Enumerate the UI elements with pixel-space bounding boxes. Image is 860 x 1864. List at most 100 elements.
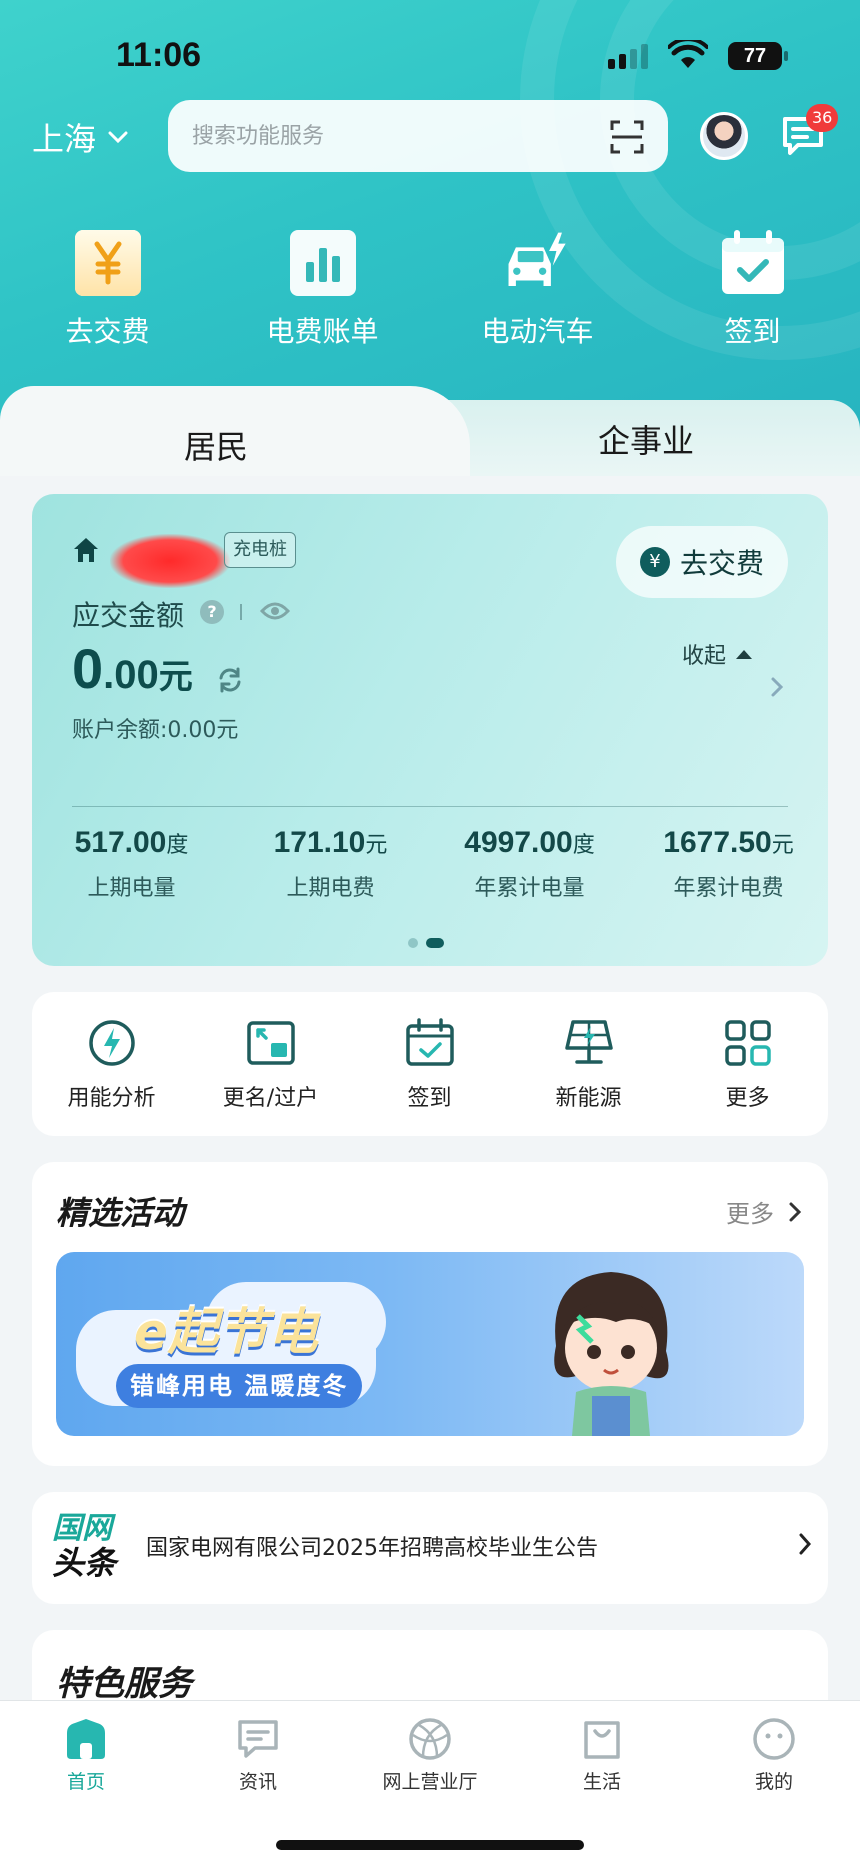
cellular-signal-icon: [608, 44, 648, 69]
nav-label: 我的: [754, 1771, 793, 1793]
news-logo-line1: 国网: [52, 1511, 112, 1546]
bar-chart-icon: [289, 230, 356, 296]
home-indicator: [276, 1840, 584, 1850]
quick-action-label: 签到: [724, 315, 781, 348]
quick-action-label: 去交费: [65, 315, 150, 348]
energy-analysis-icon: [88, 1020, 135, 1066]
globe-icon: [409, 1718, 451, 1760]
news-logo-line2: 头条: [52, 1544, 117, 1582]
quick-action-pay[interactable]: 去交费: [0, 228, 215, 350]
service-checkin[interactable]: 签到: [350, 992, 509, 1136]
amount-integer: 0: [72, 637, 104, 700]
stat-value: 517.00: [74, 826, 167, 859]
featured-activities: 精选活动 更多 e起节电 错峰用电 温暖度冬: [32, 1162, 828, 1466]
service-new-energy[interactable]: 新能源: [509, 992, 668, 1136]
account-balance: 账户余额:0.00元: [72, 718, 239, 743]
service-grid: 用能分析 更名/过户 签到 新能源 更多: [32, 992, 828, 1136]
stat-year-fee[interactable]: 1677.50元 年累计电费: [629, 826, 828, 902]
nav-home[interactable]: 首页: [0, 1717, 172, 1794]
usage-stats: 517.00度 上期电量 171.10元 上期电费 4997.00度 年累计电量…: [32, 826, 828, 902]
search-input[interactable]: [192, 100, 572, 172]
service-transfer[interactable]: 更名/过户: [191, 992, 350, 1136]
solar-panel-icon: [564, 1020, 613, 1064]
service-label: 新能源: [555, 1086, 622, 1111]
service-more[interactable]: 更多: [668, 992, 827, 1136]
quick-action-ev[interactable]: 电动汽车: [430, 228, 645, 350]
home-icon: [74, 538, 98, 562]
pay-button[interactable]: ¥ 去交费: [616, 526, 788, 598]
page-dot-active: [426, 938, 444, 948]
top-bar: 上海 36: [0, 100, 860, 172]
stat-last-fee[interactable]: 171.10元 上期电费: [231, 826, 430, 902]
banner-subtitle: 错峰用电 温暖度冬: [116, 1364, 363, 1408]
news-logo: 国网 头条: [52, 1511, 117, 1582]
nav-label: 生活: [582, 1771, 621, 1793]
stat-unit: 度: [166, 833, 189, 858]
account-card[interactable]: 充电桩 ¥ 去交费 应交金额 ? 0.00元 账户余额:0.00元 收起 517…: [32, 494, 828, 966]
stat-value: 171.10: [273, 826, 366, 859]
status-bar: 11:06 77: [0, 0, 860, 110]
nav-label: 资讯: [238, 1771, 277, 1793]
caret-up-icon: [736, 650, 753, 659]
electric-car-icon: [508, 232, 566, 287]
chevron-right-icon[interactable]: [770, 676, 784, 698]
nav-online-hall[interactable]: 网上营业厅: [344, 1717, 516, 1794]
quick-action-checkin[interactable]: 签到: [645, 228, 860, 350]
quick-action-label: 电动汽车: [481, 315, 594, 348]
nav-label: 首页: [66, 1771, 105, 1793]
news-headline-card[interactable]: 国网 头条 国家电网有限公司2025年招聘高校毕业生公告: [32, 1492, 828, 1604]
stat-last-usage[interactable]: 517.00度 上期电量: [32, 826, 231, 902]
chevron-down-icon: [108, 131, 128, 144]
news-headline: 国家电网有限公司2025年招聘高校毕业生公告: [146, 1536, 598, 1561]
page-indicator: [408, 938, 444, 948]
service-label: 签到: [407, 1086, 452, 1111]
amount-due-value: 0.00元: [72, 636, 193, 701]
help-icon[interactable]: ?: [200, 600, 224, 624]
avatar[interactable]: [700, 112, 748, 160]
search-bar[interactable]: [168, 100, 668, 172]
quick-action-bill[interactable]: 电费账单: [215, 228, 430, 350]
collapse-toggle[interactable]: 收起: [682, 638, 754, 670]
stat-year-usage[interactable]: 4997.00度 年累计电量: [430, 826, 629, 902]
nav-news[interactable]: 资讯: [172, 1717, 344, 1794]
stat-label: 上期电量: [87, 876, 176, 901]
tab-resident[interactable]: 居民: [0, 386, 470, 476]
clock: 11:06: [116, 36, 202, 74]
city-label: 上海: [32, 120, 97, 158]
customer-type-tabs: 企事业 居民: [0, 386, 860, 476]
divider: [240, 604, 242, 620]
transfer-icon: [246, 1021, 295, 1065]
stat-unit: 元: [365, 833, 388, 858]
wifi-icon: [668, 40, 708, 68]
service-label: 用能分析: [67, 1086, 156, 1111]
message-badge: 36: [806, 104, 839, 132]
nav-me[interactable]: 我的: [688, 1717, 860, 1794]
activity-banner[interactable]: e起节电 错峰用电 温暖度冬: [56, 1252, 804, 1436]
refresh-icon[interactable]: [216, 666, 244, 694]
pay-button-label: 去交费: [679, 547, 764, 580]
account-name-redacted: [110, 534, 230, 588]
quick-action-label: 电费账单: [266, 315, 379, 348]
tab-enterprise[interactable]: 企事业: [430, 400, 860, 476]
eye-icon[interactable]: [260, 600, 290, 622]
scan-icon[interactable]: [610, 120, 644, 154]
chat-icon: [238, 1720, 278, 1758]
stat-unit: 元: [771, 833, 794, 858]
service-energy-analysis[interactable]: 用能分析: [32, 992, 191, 1136]
stats-divider: [72, 806, 788, 807]
stat-label: 年累计电费: [673, 876, 784, 901]
page-dot: [408, 938, 418, 948]
stat-label: 年累计电量: [474, 876, 585, 901]
stat-value: 4997.00: [464, 826, 573, 859]
section-title: 精选活动: [56, 1194, 185, 1232]
nav-life[interactable]: 生活: [516, 1717, 688, 1794]
nav-label: 网上营业厅: [382, 1771, 478, 1793]
city-selector[interactable]: 上海: [32, 114, 128, 160]
shopping-bag-icon: [584, 1721, 620, 1759]
more-link[interactable]: 更多: [726, 1194, 802, 1229]
calendar-check-icon: [721, 230, 784, 294]
collapse-label: 收起: [682, 644, 727, 669]
service-label: 更多: [725, 1086, 770, 1111]
home-icon: [67, 1719, 105, 1759]
section-title: 特色服务: [56, 1664, 192, 1704]
